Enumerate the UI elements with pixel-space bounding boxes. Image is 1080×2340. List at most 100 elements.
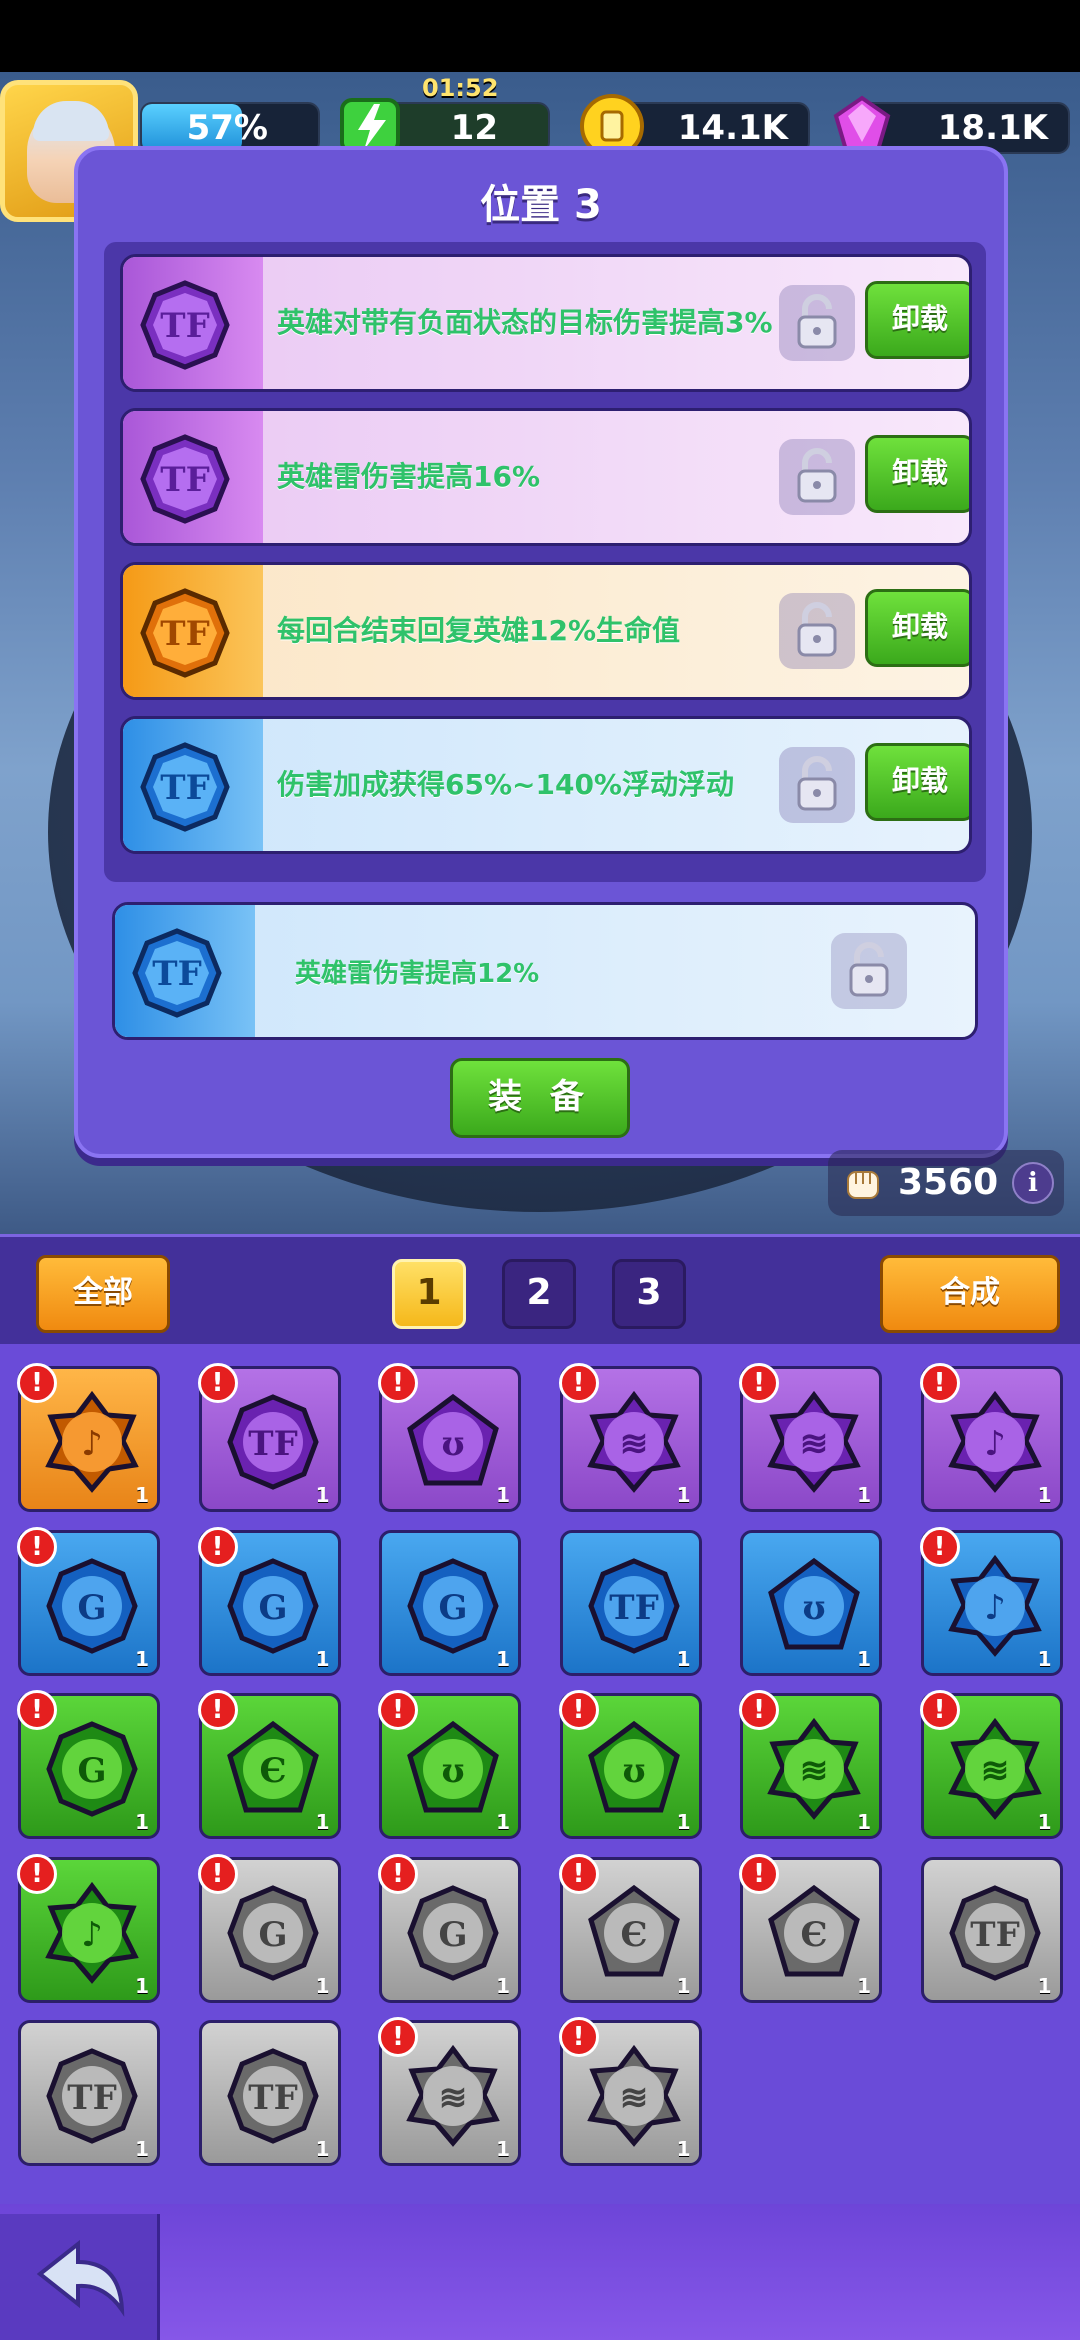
inventory-rune-slot[interactable]: ʊ 1! <box>378 1363 521 1512</box>
rune-ram-icon: ʊ <box>587 1720 680 1813</box>
alert-badge-icon: ! <box>739 1853 779 1894</box>
rune-count: 1 <box>857 1483 871 1507</box>
energy-percent: 57% <box>186 108 268 148</box>
svg-text:G: G <box>438 1915 467 1955</box>
equip-button[interactable]: 装 备 <box>450 1058 630 1138</box>
rune-count: 1 <box>1037 1646 1052 1671</box>
svg-text:ʊ: ʊ <box>802 1588 825 1628</box>
inventory-rune-slot[interactable]: ≋ 1! <box>919 1690 1063 1839</box>
svg-text:ΤF: ΤF <box>160 768 209 808</box>
alert-badge-icon: ! <box>378 1690 418 1730</box>
svg-text:G: G <box>77 1751 106 1791</box>
slot-effect-text: 英雄雷伤害提高16% <box>277 460 541 493</box>
inventory-toolbar: 全部 1 2 3 合成 <box>0 1234 1080 1344</box>
rune-e-icon: Є <box>768 1884 860 1976</box>
inventory-rune-slot[interactable]: ΤF 1 <box>920 1856 1063 2003</box>
rune-swirl-star-icon: ♪ <box>947 1554 1042 1657</box>
back-button[interactable] <box>0 2214 160 2340</box>
lock-toggle[interactable] <box>779 593 855 669</box>
rune-count: 1 <box>315 1483 330 1507</box>
equipped-slot-2[interactable]: ΤF 英雄雷伤害提高16% 卸载 <box>120 408 972 546</box>
inventory-rune-slot[interactable]: ΤF 1 <box>198 2020 341 2166</box>
inventory-rune-slot[interactable]: ʊ 1! <box>378 1690 521 1839</box>
unequip-button[interactable]: 卸载 <box>865 743 969 821</box>
inventory-rune-slot[interactable]: ΤF 1! <box>197 1363 341 1512</box>
inventory-rune-slot[interactable]: ≋ 1! <box>739 1690 882 1839</box>
slot-effect-text: 英雄对带有负面状态的目标伤害提高3% <box>277 306 773 339</box>
svg-text:♪: ♪ <box>984 1424 1006 1464</box>
merge-button[interactable]: 合成 <box>880 1255 1060 1333</box>
lock-toggle[interactable] <box>779 439 855 515</box>
info-icon[interactable]: i <box>1012 1162 1054 1204</box>
inventory-rune-slot[interactable]: G 1! <box>17 1690 160 1839</box>
rune-swirl-star-icon: ♪ <box>45 1390 139 1493</box>
page-tab-2[interactable]: 2 <box>502 1259 576 1329</box>
inventory-rune-slot[interactable]: Є 1! <box>197 1690 341 1839</box>
rune-g-icon: G <box>226 1557 319 1654</box>
rune-count: 1 <box>315 1973 330 1998</box>
rune-e-icon: Є <box>226 1720 319 1813</box>
all-filter-button[interactable]: 全部 <box>36 1255 170 1333</box>
inventory-rune-slot[interactable]: G1 <box>379 1529 521 1676</box>
unequip-button[interactable]: 卸载 <box>865 281 969 359</box>
rune-count: 1 <box>135 2137 149 2161</box>
alert-badge-icon: ! <box>558 1690 599 1730</box>
rune-count: 1 <box>135 1810 149 1834</box>
equipped-slot-1[interactable]: ΤF 英雄对带有负面状态的目标伤害提高3% 卸载 <box>120 254 972 392</box>
padlock-icon <box>797 448 837 503</box>
rune-swirl-star-icon: ♪ <box>947 1390 1042 1493</box>
inventory-rune-slot[interactable]: ≋ 1! <box>739 1363 882 1512</box>
page-tab-1[interactable]: 1 <box>392 1259 466 1329</box>
equipped-slot-3[interactable]: ΤF 每回合结束回复英雄12%生命值 卸载 <box>120 562 972 700</box>
svg-text:≋: ≋ <box>800 1751 829 1791</box>
equipped-slot-4[interactable]: ΤF 伤害加成获得65%~140%浮动浮动 卸载 <box>120 716 972 854</box>
inventory-rune-slot[interactable]: G 1! <box>197 1853 341 2003</box>
inventory-rune-slot[interactable]: G 1! <box>197 1526 341 1676</box>
inventory-rune-slot[interactable]: Є 1! <box>739 1853 882 2003</box>
rune-tf-icon: ΤF <box>140 742 230 832</box>
inventory-rune-slot[interactable]: ≋ 1! <box>378 2017 521 2166</box>
lock-toggle[interactable] <box>779 747 855 823</box>
rune-tf-icon: ΤF <box>587 1557 680 1654</box>
lock-toggle[interactable] <box>831 933 907 1009</box>
inventory-rune-slot[interactable]: Є 1! <box>558 1853 702 2003</box>
inventory-rune-slot[interactable]: ♪ 1! <box>919 1363 1063 1512</box>
svg-text:ΤF: ΤF <box>67 2078 116 2118</box>
svg-text:Є: Є <box>800 1915 827 1955</box>
inventory-rune-slot[interactable]: ♪ 1! <box>17 1853 160 2003</box>
rune-count: 1 <box>857 1973 871 1998</box>
alert-badge-icon: ! <box>558 2017 599 2057</box>
alert-badge-icon: ! <box>197 1363 238 1403</box>
page-tab-3[interactable]: 3 <box>612 1259 686 1329</box>
inventory-rune-slot[interactable]: ≋ 1! <box>558 1363 702 1512</box>
alert-badge-icon: ! <box>17 1853 57 1894</box>
inventory-rune-slot[interactable]: ≋ 1! <box>558 2017 702 2166</box>
gold-value: 14.1K <box>677 108 788 148</box>
inventory-rune-slot[interactable]: ΤF 1 <box>18 2020 160 2166</box>
lock-toggle[interactable] <box>779 285 855 361</box>
inventory-rune-slot[interactable]: G 1! <box>378 1853 521 2003</box>
preview-effect-text: 英雄雷伤害提高12% <box>295 958 540 989</box>
inventory-rune-slot[interactable]: ʊ1 <box>740 1529 882 1676</box>
svg-text:G: G <box>258 1588 287 1628</box>
rune-wave-star-icon: ≋ <box>406 2044 500 2147</box>
rune-tf-icon: ΤF <box>226 1394 319 1490</box>
alert-badge-icon: ! <box>558 1853 599 1894</box>
selected-rune-preview[interactable]: ΤF 英雄雷伤害提高12% <box>112 902 978 1040</box>
padlock-icon <box>797 602 837 657</box>
svg-text:ΤF: ΤF <box>160 306 209 346</box>
alert-badge-icon: ! <box>919 1526 960 1567</box>
inventory-rune-slot[interactable]: G 1! <box>17 1526 160 1676</box>
rune-tf-icon: ΤF <box>140 280 230 370</box>
unequip-button[interactable]: 卸载 <box>865 435 969 513</box>
inventory-rune-slot[interactable]: ΤF 1 <box>559 1529 702 1676</box>
alert-badge-icon: ! <box>378 1363 418 1403</box>
svg-text:ΤF: ΤF <box>248 1424 297 1464</box>
gems-value: 18.1K <box>937 108 1048 148</box>
inventory-rune-slot[interactable]: ʊ 1! <box>558 1690 702 1839</box>
svg-text:♪: ♪ <box>81 1915 103 1955</box>
rune-count: 1 <box>315 1810 330 1834</box>
inventory-rune-slot[interactable]: ♪ 1! <box>17 1363 160 1512</box>
inventory-rune-slot[interactable]: ♪ 1! <box>919 1526 1063 1676</box>
unequip-button[interactable]: 卸载 <box>865 589 969 667</box>
